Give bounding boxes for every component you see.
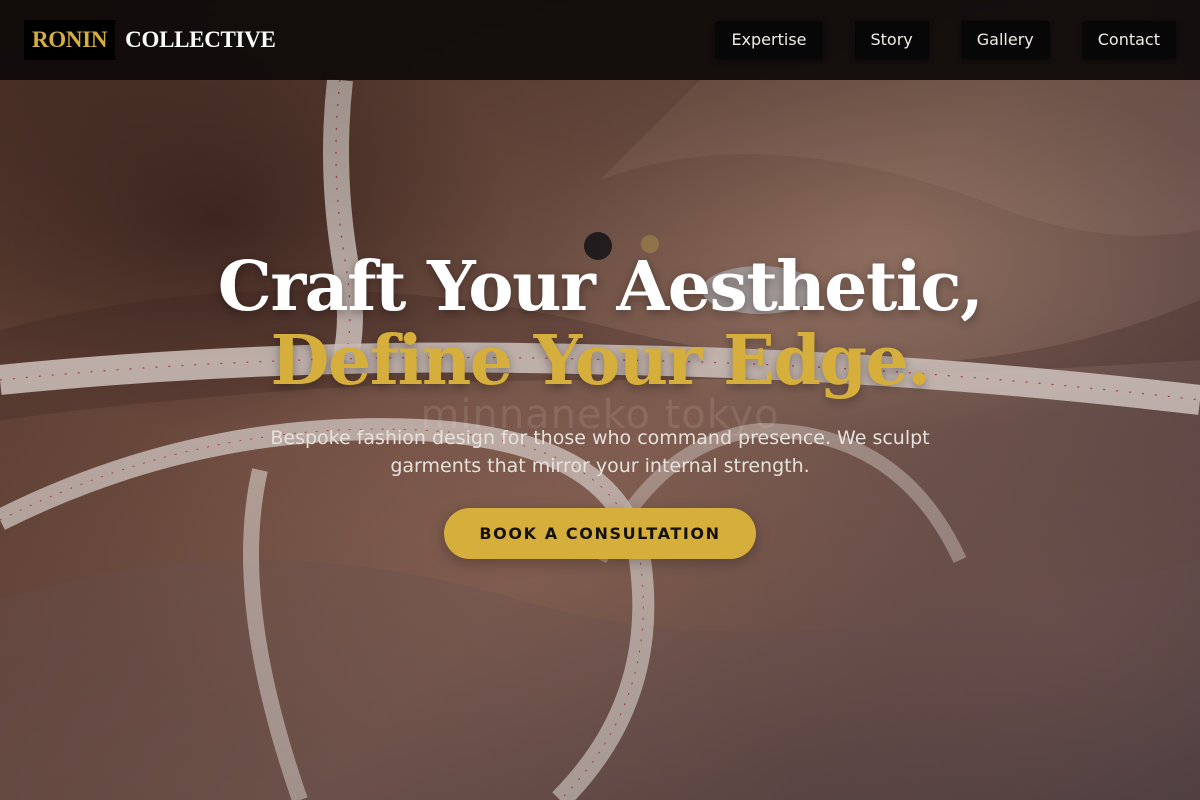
main-nav: Expertise Story Gallery Contact xyxy=(715,21,1176,59)
brand-name-primary: RONIN xyxy=(24,20,116,60)
hero-headline-line1: Craft Your Aesthetic, xyxy=(217,247,984,327)
hero-headline-line2: Define Your Edge. xyxy=(270,321,931,401)
hero-headline: Craft Your Aesthetic, Define Your Edge. xyxy=(0,250,1200,398)
nav-link-contact[interactable]: Contact xyxy=(1081,21,1176,59)
nav-link-expertise[interactable]: Expertise xyxy=(715,21,823,59)
hero-section: minnaneko tokyo Craft Your Aesthetic, De… xyxy=(0,250,1200,559)
nav-link-story[interactable]: Story xyxy=(854,21,929,59)
nav-link-gallery[interactable]: Gallery xyxy=(960,21,1050,59)
brand-logo[interactable]: RONIN COLLECTIVE xyxy=(24,20,276,60)
top-navbar: RONIN COLLECTIVE Expertise Story Gallery… xyxy=(0,0,1200,80)
brand-name-secondary: COLLECTIVE xyxy=(125,27,276,52)
hero-subtitle: Bespoke fashion design for those who com… xyxy=(270,427,930,477)
book-consultation-button[interactable]: BOOK A CONSULTATION xyxy=(444,508,756,559)
